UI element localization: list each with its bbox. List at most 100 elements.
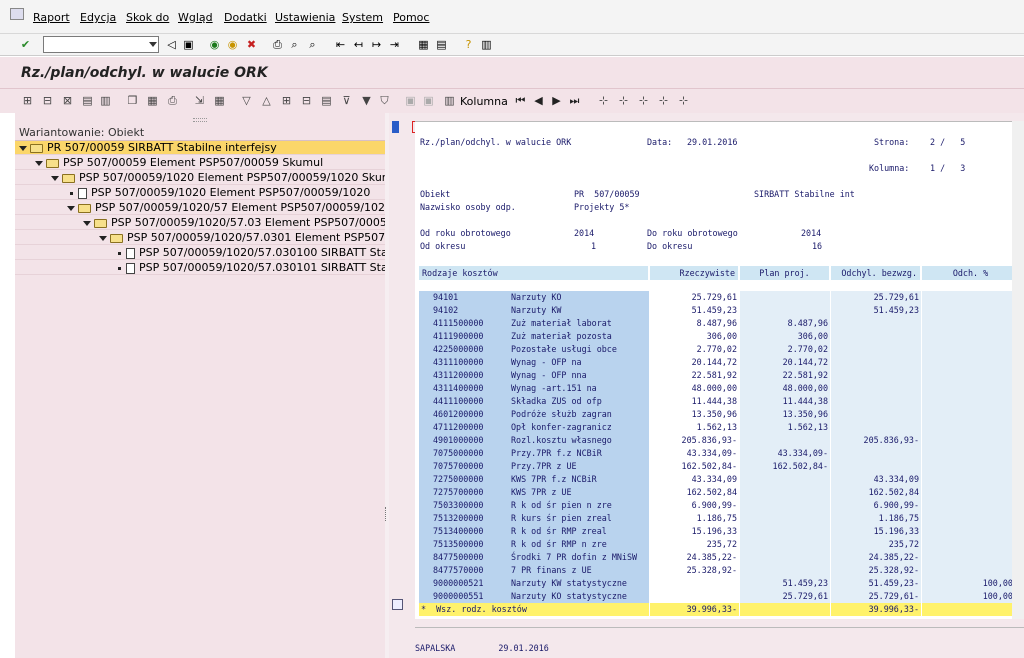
next-page-icon[interactable]: ↦ [369, 37, 384, 52]
tree-node[interactable]: PR 507/00059 SIRBATT Stabilne interfejsy [15, 141, 385, 155]
print-icon[interactable]: ⎙ [270, 37, 285, 52]
expand-triangle-icon[interactable] [67, 205, 75, 211]
save-icon[interactable]: ▣ [181, 37, 196, 52]
sort-asc-icon[interactable]: △ [259, 93, 274, 108]
report-row[interactable]: 4411100000 Składka ZUS od ofp 11.444,38 11.… [415, 395, 1024, 408]
report-row[interactable]: 4311200000 Wynag - OFP nna 22.581,92 22.581… [415, 369, 1024, 382]
report-row[interactable]: 4711200000 Opł konfer-zagranicz 1.562,13 1.… [415, 421, 1024, 434]
report-row[interactable]: 8477570000 7 PR finans z UE 25.328,92- 25.3… [415, 564, 1024, 577]
first-page-icon[interactable]: ⇤ [333, 37, 348, 52]
tree-node[interactable]: PSP 507/00059 Element PSP507/00059 Skumu… [15, 156, 385, 170]
cost-element[interactable]: 7513500000 R k od śr RMP n zre [419, 538, 649, 551]
next-column-icon[interactable]: ▶ [549, 93, 564, 108]
cost-element[interactable]: 8477570000 7 PR finans z UE [419, 564, 649, 577]
report-vertical-scrollbar[interactable] [1012, 121, 1024, 619]
menu-ustawienia[interactable]: Ustawienia [275, 11, 335, 24]
summary-icon[interactable]: ▤ [319, 93, 334, 108]
tree-node[interactable]: PSP 507/00059/1020/57.0301 Element PSP50… [15, 231, 385, 245]
shortcut-icon[interactable]: ▤ [434, 37, 449, 52]
exit-icon[interactable]: ◉ [225, 37, 240, 52]
structure-collapse-icon[interactable]: ⊹ [656, 93, 671, 108]
report-row[interactable]: 4111500000 Zuż materiał laborat 8.487,96 8.… [415, 317, 1024, 330]
last-page-icon[interactable]: ⇥ [387, 37, 402, 52]
find-next-icon[interactable]: ⌕ [305, 37, 320, 52]
print-preview-icon[interactable]: ⎙ [165, 93, 180, 108]
menu-skok-do[interactable]: Skok do [126, 11, 169, 24]
tree-node[interactable]: PSP 507/00059/1020/57.030101 SIRBATT Sta… [15, 261, 385, 275]
report-row[interactable]: 4225000000 Pozostałe usługi obce 2.770,02 2… [415, 343, 1024, 356]
tree-node[interactable]: PSP 507/00059/1020 Element PSP507/00059/… [15, 186, 385, 200]
report-row[interactable]: 4901000000 Rozl.kosztu własnego 205.836,93… [415, 434, 1024, 447]
cost-element[interactable]: 7075700000 Przy.7PR z UE [419, 460, 649, 473]
column-icon[interactable]: ▥ [442, 93, 457, 108]
create-session-icon[interactable]: ▦ [416, 37, 431, 52]
layout-menu-icon[interactable]: ▥ [479, 37, 494, 52]
cost-element[interactable]: 4311200000 Wynag - OFP nna [419, 369, 649, 382]
first-column-icon[interactable]: ⏮ [513, 93, 528, 108]
table-icon[interactable]: ▦ [212, 93, 227, 108]
structure-settings-icon[interactable]: ⊹ [676, 93, 691, 108]
report-row[interactable]: 7513200000 R kurs śr pien zreal 1.186,75 1.… [415, 512, 1024, 525]
cost-element[interactable]: 7075000000 Przy.7PR f.z NCBiR [419, 447, 649, 460]
menu-pomoc[interactable]: Pomoc [393, 11, 429, 24]
report-row[interactable]: 9000000521 Narzuty KW statystyczne 51.459,… [415, 577, 1024, 590]
col-rodzaje-kosztow[interactable]: Rodzaje kosztów [419, 266, 649, 280]
cost-element[interactable]: 7513200000 R kurs śr pien zreal [419, 512, 649, 525]
cost-element[interactable]: 4711200000 Opł konfer-zagranicz [419, 421, 649, 434]
enter-check-icon[interactable]: ✔ [18, 37, 33, 52]
cost-element[interactable]: 9000000521 Narzuty KW statystyczne [419, 577, 649, 590]
cost-element[interactable]: 7275700000 KWS 7PR z UE [419, 486, 649, 499]
expand-triangle-icon[interactable] [83, 220, 91, 226]
report-row[interactable]: 4311100000 Wynag - OFP na 20.144,72 20.144,… [415, 356, 1024, 369]
cancel-icon[interactable]: ✖ [244, 37, 259, 52]
expand-icon[interactable]: ⊞ [279, 93, 294, 108]
menu-wglad[interactable]: Wgląd [178, 11, 213, 24]
cost-element[interactable]: 4411100000 Składka ZUS od ofp [419, 395, 649, 408]
col-odch-pct[interactable]: Odch. % [922, 266, 1020, 280]
drill-icon[interactable]: ⇲ [192, 93, 207, 108]
help-icon[interactable]: ? [461, 37, 476, 52]
report-icon[interactable]: ▤ [80, 93, 95, 108]
menu-raport[interactable]: Raport [33, 11, 70, 24]
total-row[interactable]: * Wsz. rodz. kosztów 39.996,33- 39.996,33- [415, 603, 1024, 616]
report-row[interactable]: 94102 Narzuty KW 51.459,23 51.459,23 [415, 304, 1024, 317]
tree-expand-icon[interactable]: ⊟ [40, 93, 55, 108]
list-icon[interactable]: ▥ [98, 93, 113, 108]
cost-element[interactable]: 4111500000 Zuż materiał laborat [419, 317, 649, 330]
hierarchy-icon[interactable]: ⊠ [60, 93, 75, 108]
cost-element[interactable]: 4601200000 Podróże służb zagran [419, 408, 649, 421]
report-row[interactable]: 7503300000 R k od śr pien n zre 6.900,99- 6… [415, 499, 1024, 512]
cost-element[interactable]: 4225000000 Pozostałe usługi obce [419, 343, 649, 356]
filter-icon[interactable]: ⛉ [377, 93, 392, 108]
cost-element[interactable]: 94101 Narzuty KO [419, 291, 649, 304]
menu-edycja[interactable]: Edycja [80, 11, 116, 24]
cost-element[interactable]: 94102 Narzuty KW [419, 304, 649, 317]
menu-system[interactable]: System [342, 11, 383, 24]
report-side-icon[interactable] [392, 599, 403, 610]
cost-element[interactable]: 7503300000 R k od śr pien n zre [419, 499, 649, 512]
structure-expand-icon[interactable]: ⊹ [636, 93, 651, 108]
report-row[interactable]: 9000000551 Narzuty KO statystyczne 25.729,… [415, 590, 1024, 603]
report-row[interactable]: 7513500000 R k od śr RMP n zre 235,72 235,7… [415, 538, 1024, 551]
chevron-down-icon[interactable] [149, 42, 157, 47]
expand-triangle-icon[interactable] [35, 160, 43, 166]
chart-icon[interactable]: ▦ [145, 93, 160, 108]
menu-dodatki[interactable]: Dodatki [224, 11, 267, 24]
last-column-icon[interactable]: ⏭ [567, 93, 582, 108]
navigate-icon[interactable]: ⊹ [596, 93, 611, 108]
col-rzeczywiste[interactable]: Rzeczywiste [650, 266, 739, 280]
system-menu-icon[interactable] [10, 8, 24, 20]
cost-element[interactable]: 7275000000 KWS 7PR f.z NCBiR [419, 473, 649, 486]
tree-node[interactable]: PSP 507/00059/1020/57 Element PSP507/000… [15, 201, 385, 215]
previous-column-icon[interactable]: ◀ [531, 93, 546, 108]
cost-element[interactable]: 7513400000 R k od śr RMP zreal [419, 525, 649, 538]
panel-grip[interactable] [193, 118, 207, 122]
tree-node[interactable]: PSP 507/00059/1020/57.030100 SIRBATT Sta… [15, 246, 385, 260]
report-row[interactable]: 4601200000 Podróże służb zagran 13.350,96 1… [415, 408, 1024, 421]
report-row[interactable]: 8477500000 Środki 7 PR dofin z MNiSW 24.38… [415, 551, 1024, 564]
kolumna-button-label[interactable]: Kolumna [460, 95, 508, 108]
cost-element[interactable]: 4311100000 Wynag - OFP na [419, 356, 649, 369]
sort-desc-icon[interactable]: ▽ [239, 93, 254, 108]
collapse-icon[interactable]: ⊟ [299, 93, 314, 108]
report-row[interactable]: 7275700000 KWS 7PR z UE 162.502,84 162.502,… [415, 486, 1024, 499]
